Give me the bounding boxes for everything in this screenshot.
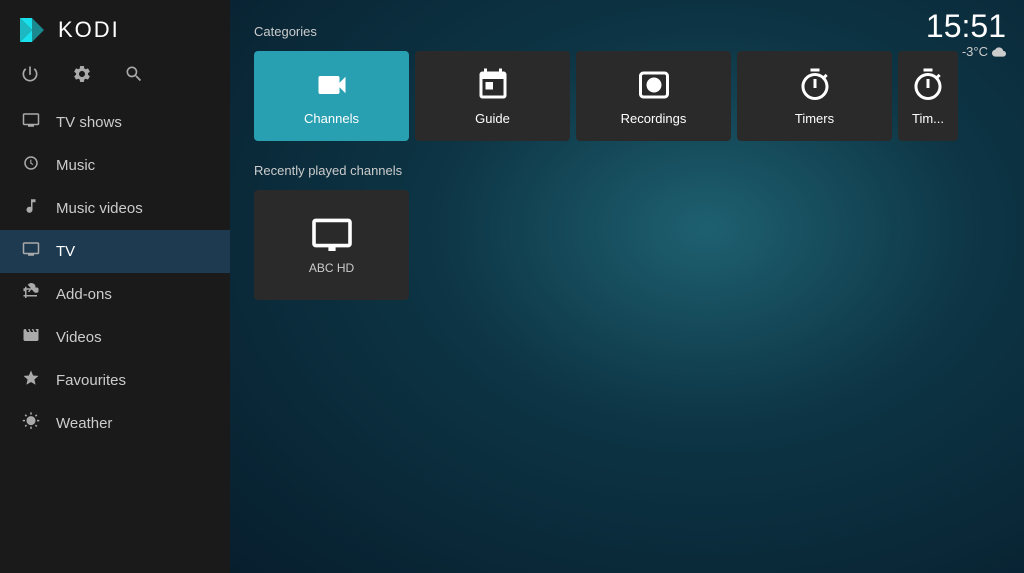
recently-played-label: Recently played channels bbox=[254, 163, 1000, 178]
tv-shows-icon bbox=[20, 111, 42, 134]
music-icon bbox=[20, 154, 42, 177]
channels-tile-icon bbox=[314, 67, 350, 103]
sidebar-label-music-videos: Music videos bbox=[56, 200, 143, 217]
videos-icon bbox=[20, 326, 42, 349]
clock-time: 15:51 bbox=[926, 10, 1006, 42]
channels-tile-label: Channels bbox=[304, 111, 359, 126]
recently-played-section: Recently played channels ABC HD bbox=[254, 163, 1000, 300]
channel-label-abc-hd: ABC HD bbox=[309, 261, 354, 275]
timers2-tile-icon bbox=[910, 67, 946, 103]
categories-label: Categories bbox=[254, 24, 1000, 39]
temperature-display: -3°C bbox=[962, 44, 988, 59]
guide-tile-label: Guide bbox=[475, 111, 510, 126]
clock-weather: -3°C bbox=[926, 44, 1006, 59]
power-button[interactable] bbox=[20, 64, 40, 89]
channel-tile-abc-hd[interactable]: ABC HD bbox=[254, 190, 409, 300]
app-title: KODI bbox=[58, 17, 120, 43]
sidebar-item-favourites[interactable]: Favourites bbox=[0, 359, 230, 402]
addons-icon bbox=[20, 283, 42, 306]
category-tile-guide[interactable]: Guide bbox=[415, 51, 570, 141]
sidebar: KODI TV shows bbox=[0, 0, 230, 573]
sidebar-item-addons[interactable]: Add-ons bbox=[0, 273, 230, 316]
sidebar-controls bbox=[0, 56, 230, 101]
kodi-logo-icon bbox=[16, 14, 48, 46]
categories-section: Categories Channels Guide bbox=[254, 24, 1000, 141]
sidebar-item-tv[interactable]: TV bbox=[0, 230, 230, 273]
weather-icon bbox=[20, 412, 42, 435]
recordings-tile-label: Recordings bbox=[621, 111, 687, 126]
music-videos-icon bbox=[20, 197, 42, 220]
favourites-icon bbox=[20, 369, 42, 392]
sidebar-label-weather: Weather bbox=[56, 415, 112, 432]
sidebar-item-music-videos[interactable]: Music videos bbox=[0, 187, 230, 230]
clock-area: 15:51 -3°C bbox=[926, 10, 1006, 59]
sidebar-item-tv-shows[interactable]: TV shows bbox=[0, 101, 230, 144]
app-header: KODI bbox=[0, 0, 230, 56]
channel-tv-icon bbox=[310, 215, 354, 251]
category-tile-channels[interactable]: Channels bbox=[254, 51, 409, 141]
timers-tile-label: Timers bbox=[795, 111, 834, 126]
recordings-tile-icon bbox=[636, 67, 672, 103]
search-button[interactable] bbox=[124, 64, 144, 89]
sidebar-label-videos: Videos bbox=[56, 329, 102, 346]
timers-tile-icon bbox=[797, 67, 833, 103]
guide-tile-icon bbox=[475, 67, 511, 103]
category-tile-timers2[interactable]: Tim... bbox=[898, 51, 958, 141]
categories-row: Channels Guide Recordings bbox=[254, 51, 1000, 141]
category-tile-timers[interactable]: Timers bbox=[737, 51, 892, 141]
sidebar-navigation: TV shows Music Music videos TV bbox=[0, 101, 230, 573]
sidebar-label-tv-shows: TV shows bbox=[56, 114, 122, 131]
sidebar-item-music[interactable]: Music bbox=[0, 144, 230, 187]
cloud-weather-icon bbox=[992, 45, 1006, 59]
category-tile-recordings[interactable]: Recordings bbox=[576, 51, 731, 141]
sidebar-label-favourites: Favourites bbox=[56, 372, 126, 389]
sidebar-label-music: Music bbox=[56, 157, 95, 174]
timers2-tile-label: Tim... bbox=[912, 111, 944, 126]
sidebar-item-weather[interactable]: Weather bbox=[0, 402, 230, 445]
sidebar-item-videos[interactable]: Videos bbox=[0, 316, 230, 359]
sidebar-label-addons: Add-ons bbox=[56, 286, 112, 303]
main-content: 15:51 -3°C Categories Channels bbox=[230, 0, 1024, 573]
settings-button[interactable] bbox=[72, 64, 92, 89]
channels-row: ABC HD bbox=[254, 190, 1000, 300]
tv-icon bbox=[20, 240, 42, 263]
sidebar-label-tv: TV bbox=[56, 243, 75, 260]
